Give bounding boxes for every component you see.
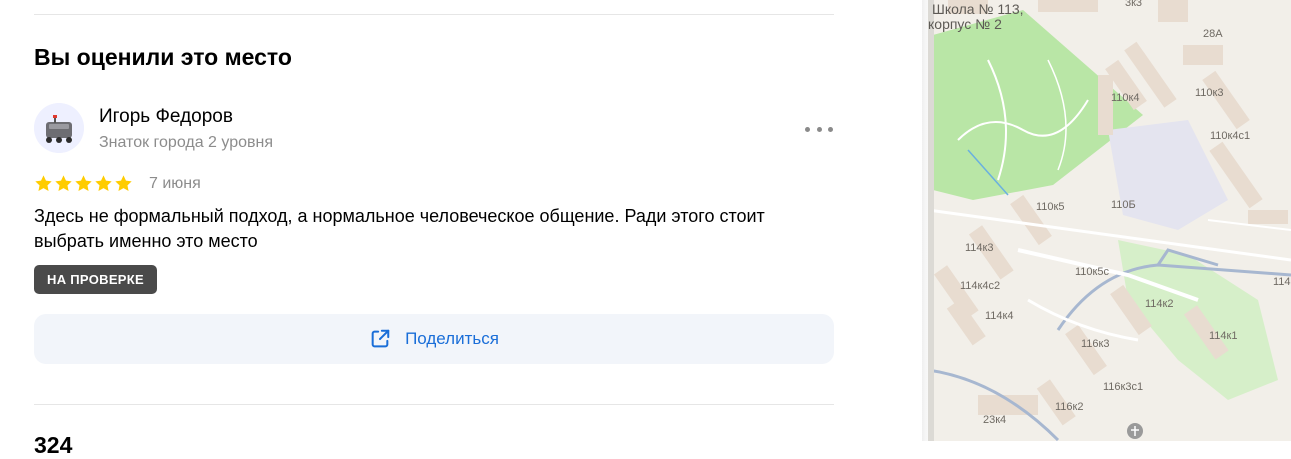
map-label: 110к4 [1111, 92, 1140, 104]
more-options-button[interactable] [805, 119, 833, 139]
status-badge: НА ПРОВЕРКЕ [34, 265, 157, 294]
map-label: 110Б [1111, 199, 1136, 211]
review-date: 7 июня [149, 175, 201, 192]
robot-courier-icon [34, 103, 84, 153]
map-label: 110к5 [1036, 201, 1065, 213]
more-dot-icon [816, 126, 822, 132]
rating-stars [34, 174, 133, 193]
map-label: 28А [1203, 28, 1223, 40]
star-icon [115, 175, 132, 191]
avatar[interactable] [34, 103, 84, 153]
top-divider [34, 14, 834, 15]
map-label: 110к5с [1075, 266, 1109, 278]
review-panel: Вы оценили это место Игорь Федоров Знато… [0, 0, 870, 458]
map-label: 116к2 [1055, 401, 1084, 413]
map-label: 116к3с1 [1103, 381, 1144, 393]
map-label: 114 [1273, 276, 1291, 288]
star-icon [75, 175, 92, 191]
map-label: 114к4 [985, 310, 1014, 322]
map-label: 3к3 [1125, 0, 1143, 9]
map-tiles [928, 0, 1291, 441]
share-icon [371, 329, 390, 348]
share-button[interactable]: Поделиться [34, 314, 834, 364]
user-level: Знаток города 2 уровня [99, 134, 274, 151]
more-dot-icon [805, 126, 810, 132]
next-section-title: 324 [34, 432, 73, 458]
section-title: Вы оценили это место [34, 44, 292, 70]
map-label: 110к4с1 [1210, 130, 1251, 142]
review-text: Здесь не формальный подход, а нормальное… [34, 206, 765, 251]
map-label: Школа № 113, [932, 1, 1024, 17]
map-label: корпус № 2 [928, 16, 1002, 32]
bottom-divider [34, 404, 834, 405]
user-name[interactable]: Игорь Федоров [99, 106, 233, 128]
map[interactable]: Школа № 113, корпус № 2 3к3 28А 110к4 11… [928, 0, 1291, 441]
map-label: 110к3 [1195, 87, 1224, 99]
map-label: 114к3 [965, 242, 994, 254]
map-label: 114к2 [1145, 298, 1174, 310]
star-icon [35, 175, 52, 191]
map-label: 116к3 [1081, 338, 1110, 350]
star-icon [95, 175, 112, 191]
star-icon [55, 175, 72, 191]
map-label: 114к1 [1209, 330, 1238, 342]
more-dot-icon [828, 126, 833, 132]
share-label: Поделиться [405, 329, 499, 348]
map-label: 23к4 [983, 414, 1007, 426]
map-label: 114к4с2 [960, 280, 1001, 292]
